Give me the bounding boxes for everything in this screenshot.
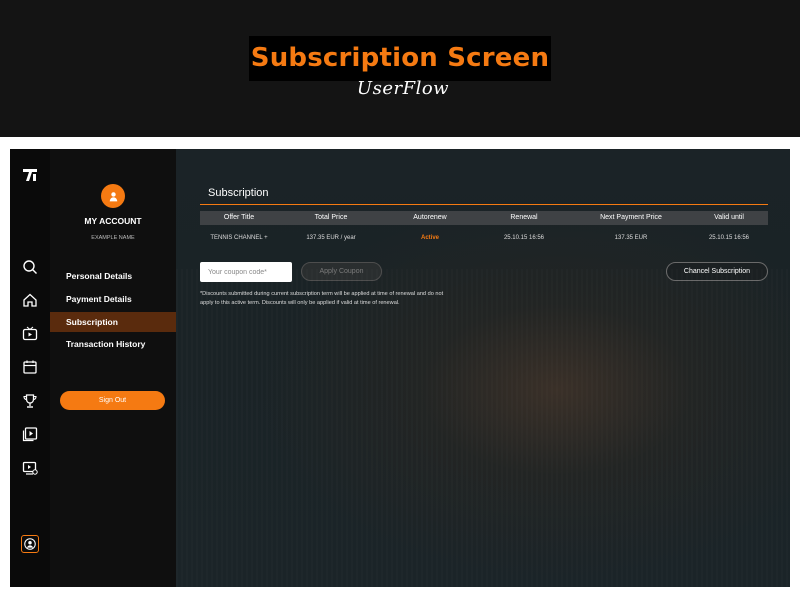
cell-autorenew-status: Active xyxy=(420,235,439,241)
logo-icon[interactable] xyxy=(22,167,38,183)
search-icon[interactable] xyxy=(22,259,38,275)
cell-offer-title: TENNIS CHANNEL + xyxy=(210,235,268,241)
banner-title: Subscription Screen xyxy=(249,36,551,81)
table-row: TENNIS CHANNEL + 137.35 EUR / year Activ… xyxy=(200,232,768,244)
column-header-offer-title: Offer Title xyxy=(223,214,255,221)
coupon-input[interactable] xyxy=(200,262,292,282)
account-name: EXAMPLE NAME xyxy=(91,235,135,241)
avatar xyxy=(101,184,125,208)
video-library-icon[interactable] xyxy=(22,426,38,442)
sign-out-button[interactable]: Sign Out xyxy=(60,391,165,410)
live-tv-icon[interactable] xyxy=(22,460,38,476)
section-divider xyxy=(200,204,768,205)
cell-next-payment-price: 137.35 EUR xyxy=(614,235,648,241)
tv-icon[interactable] xyxy=(22,326,38,342)
cancel-subscription-button[interactable]: Chancel Subscription xyxy=(666,262,768,281)
column-header-total-price: Total Price xyxy=(314,214,348,221)
menu-item-payment-details[interactable]: Payment Details xyxy=(50,289,176,309)
apply-coupon-button[interactable]: Apply Coupon xyxy=(301,262,382,281)
account-panel: MY ACCOUNT EXAMPLE NAME Personal Details… xyxy=(50,149,182,587)
icon-rail xyxy=(10,149,50,587)
section-title: Subscription xyxy=(208,187,269,199)
calendar-icon[interactable] xyxy=(22,359,38,375)
trophy-icon[interactable] xyxy=(22,393,38,409)
banner-subtitle: UserFlow xyxy=(356,78,450,99)
cell-total-price: 137.35 EUR / year xyxy=(306,235,356,241)
table-header: Offer Title Total Price Autorenew Renewa… xyxy=(200,211,768,225)
account-title: MY ACCOUNT xyxy=(84,216,142,226)
app-frame: MY ACCOUNT EXAMPLE NAME Personal Details… xyxy=(10,149,790,587)
top-banner: Subscription Screen UserFlow xyxy=(0,0,800,137)
cell-valid-until: 25.10.15 16:56 xyxy=(708,235,750,241)
menu-item-personal-details[interactable]: Personal Details xyxy=(50,266,176,286)
home-icon[interactable] xyxy=(22,292,38,308)
discount-note: *Discounts submitted during current subs… xyxy=(200,291,444,306)
menu-item-subscription-label: Subscription xyxy=(66,317,118,327)
subscription-main: Subscription Offer Title Total Price Aut… xyxy=(176,149,790,587)
column-header-next-payment-price: Next Payment Price xyxy=(600,214,662,221)
column-header-autorenew: Autorenew xyxy=(413,214,447,221)
profile-icon[interactable] xyxy=(21,535,39,553)
menu-item-subscription[interactable]: Subscription xyxy=(50,312,182,332)
column-header-renewal: Renewal xyxy=(510,214,538,221)
column-header-valid-until: Valid until xyxy=(714,214,744,221)
cell-renewal: 25.10.15 16:56 xyxy=(503,235,545,241)
menu-item-transaction-history[interactable]: Transaction History xyxy=(50,334,176,354)
